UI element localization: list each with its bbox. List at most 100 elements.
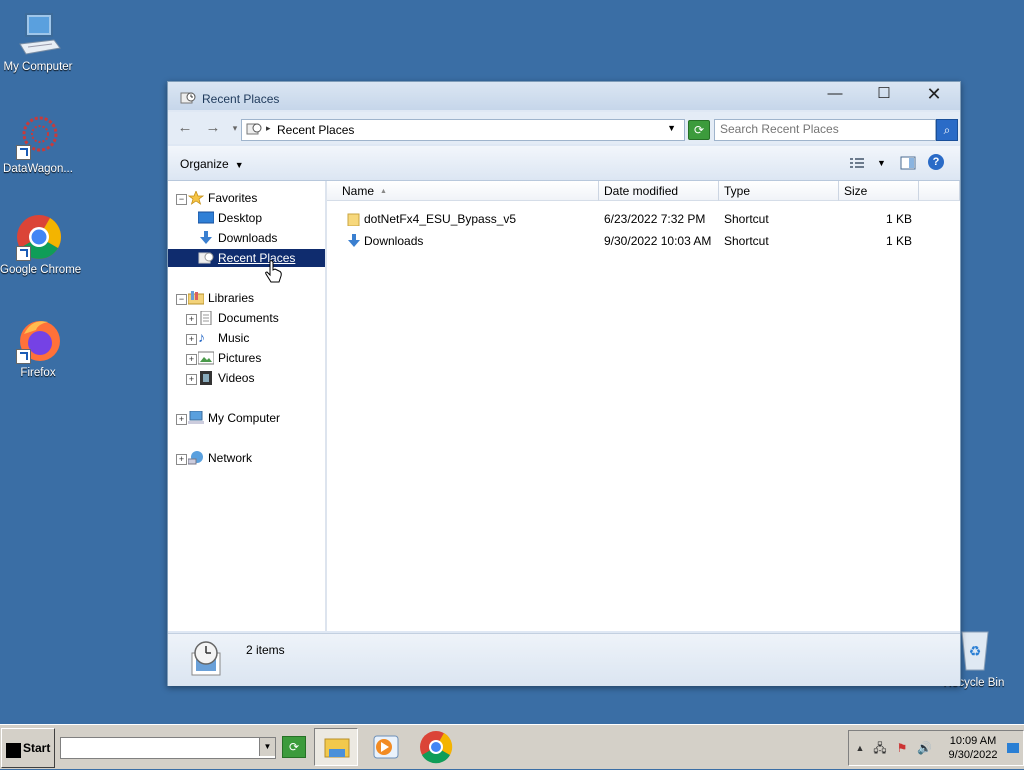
window-title: Recent Places: [202, 92, 280, 106]
minimize-button[interactable]: —: [820, 84, 850, 104]
computer-icon: [14, 10, 62, 58]
view-options-icon[interactable]: [849, 155, 865, 171]
nav-favorites[interactable]: Favorites: [188, 189, 257, 207]
file-list: Name ▲ Date modified Type Size dotNetFx4_…: [327, 181, 960, 631]
taskbar-media-player[interactable]: [364, 728, 408, 766]
navigation-pane: − Favorites Desktop Downloads Recent Pla…: [168, 181, 327, 631]
sort-ascending-icon: ▲: [380, 188, 387, 195]
view-dropdown-icon[interactable]: ▼: [877, 155, 893, 171]
expand-pictures-icon[interactable]: +: [186, 354, 197, 365]
column-header-type[interactable]: Type: [719, 181, 839, 201]
taskbar-run-input[interactable]: [61, 738, 255, 758]
expand-network-icon[interactable]: +: [176, 454, 187, 465]
expand-music-icon[interactable]: +: [186, 334, 197, 345]
explorer-window[interactable]: Recent Places — ☐ ✕ ← → ▾ ▸ Recent Place…: [167, 81, 961, 686]
pictures-icon: [198, 351, 214, 365]
network-icon: [188, 451, 203, 465]
nav-network[interactable]: Network: [188, 449, 252, 467]
start-button[interactable]: Start: [1, 728, 55, 768]
help-icon[interactable]: ?: [928, 154, 944, 170]
address-bar[interactable]: ▸ Recent Places ▼: [241, 119, 685, 141]
expand-my-computer-icon[interactable]: +: [176, 414, 187, 425]
folder-icon: [324, 738, 350, 758]
search-box[interactable]: [714, 119, 936, 141]
forward-button[interactable]: →: [204, 120, 222, 136]
taskbar-explorer[interactable]: [314, 728, 358, 766]
table-row[interactable]: dotNetFx4_ESU_Bypass_v5 6/23/2022 7:32 P…: [327, 208, 960, 230]
system-tray: ▲ 🖧 ⚑ 🔊 10:09 AM 9/30/2022: [848, 730, 1024, 766]
recent-places-icon: [246, 123, 262, 135]
recent-places-large-icon: [191, 641, 221, 676]
desktop-icon-firefox[interactable]: Firefox: [0, 316, 76, 379]
taskbar-run-box[interactable]: ▼: [60, 737, 276, 759]
item-count: 2 items: [246, 643, 285, 657]
address-dropdown-icon[interactable]: ▼: [667, 123, 676, 133]
nav-downloads[interactable]: Downloads: [198, 229, 277, 247]
chrome-icon: [420, 731, 453, 764]
nav-recent-places[interactable]: Recent Places: [168, 249, 325, 267]
network-status-icon[interactable]: 🖧: [873, 741, 887, 755]
search-input[interactable]: [715, 120, 935, 138]
star-icon: [188, 191, 204, 205]
table-row[interactable]: Downloads 9/30/2022 10:03 AM Shortcut 1 …: [327, 230, 960, 252]
documents-icon: [200, 311, 212, 325]
computer-icon: [188, 411, 204, 424]
action-center-icon[interactable]: ⚑: [895, 741, 909, 755]
organize-button[interactable]: Organize ▼: [180, 157, 244, 171]
music-icon: ♪: [198, 329, 205, 345]
expand-videos-icon[interactable]: +: [186, 374, 197, 385]
shortcut-arrow-icon: [16, 145, 31, 160]
title-bar[interactable]: Recent Places — ☐ ✕: [168, 82, 960, 110]
nav-libraries[interactable]: Libraries: [188, 289, 254, 307]
chevron-down-icon[interactable]: ▼: [259, 738, 275, 756]
show-desktop-icon[interactable]: [1007, 743, 1019, 753]
maximize-button[interactable]: ☐: [869, 84, 899, 104]
videos-icon: [200, 371, 212, 385]
desktop-icon-chrome[interactable]: Google Chrome: [0, 213, 81, 276]
show-hidden-icons-icon[interactable]: ▲: [853, 741, 867, 755]
expand-documents-icon[interactable]: +: [186, 314, 197, 325]
address-row: ← → ▾ ▸ Recent Places ▼ ⟳ ⌕: [168, 112, 960, 144]
nav-videos[interactable]: Videos: [198, 369, 254, 387]
downloads-icon: [200, 231, 212, 244]
column-header-extra[interactable]: [919, 181, 960, 201]
details-pane: 2 items: [168, 633, 960, 686]
volume-icon[interactable]: 🔊: [917, 741, 932, 755]
taskbar: Start ▼ ⟳ ▲ 🖧 ⚑ 🔊 10:09 AM 9/30/2022: [0, 724, 1024, 769]
column-header-name[interactable]: Name ▲: [327, 181, 599, 201]
preview-pane-icon[interactable]: [900, 155, 916, 171]
nav-my-computer[interactable]: My Computer: [188, 409, 280, 427]
column-header-date[interactable]: Date modified: [599, 181, 719, 201]
nav-pictures[interactable]: Pictures: [198, 349, 261, 367]
shortcut-arrow-icon: [16, 349, 31, 364]
command-bar: Organize ▼ ▼ ?: [168, 146, 960, 181]
collapse-favorites-icon[interactable]: −: [176, 194, 187, 205]
breadcrumb-arrow-icon[interactable]: ▸: [266, 123, 271, 134]
desktop-icon-datawagon[interactable]: DataWagon...: [0, 112, 76, 175]
media-player-icon: [373, 735, 399, 759]
desktop-icon: [198, 211, 214, 224]
nav-music[interactable]: ♪ Music: [198, 329, 249, 347]
refresh-button[interactable]: ⟳: [688, 120, 710, 140]
shortcut-arrow-icon: [16, 246, 31, 261]
back-button[interactable]: ←: [176, 120, 194, 136]
search-icon[interactable]: ⌕: [936, 119, 958, 141]
hand-cursor-icon: [265, 260, 282, 283]
taskbar-chrome[interactable]: [414, 728, 458, 766]
recent-places-icon: [198, 252, 214, 264]
collapse-libraries-icon[interactable]: −: [176, 294, 187, 305]
recent-places-icon: [180, 92, 196, 104]
breadcrumb[interactable]: Recent Places: [277, 123, 354, 137]
libraries-icon: [188, 291, 204, 305]
firefox-icon: [14, 316, 62, 364]
chrome-icon: [14, 213, 62, 261]
datawagon-icon: [14, 112, 62, 160]
nav-desktop[interactable]: Desktop: [198, 209, 262, 227]
desktop-icon-my-computer[interactable]: My Computer: [0, 10, 76, 73]
column-header-size[interactable]: Size: [839, 181, 919, 201]
nav-documents[interactable]: Documents: [198, 309, 279, 327]
run-go-button[interactable]: ⟳: [282, 736, 306, 758]
clock[interactable]: 10:09 AM 9/30/2022: [941, 734, 1005, 762]
downloads-icon: [348, 234, 360, 247]
close-button[interactable]: ✕: [919, 84, 949, 104]
